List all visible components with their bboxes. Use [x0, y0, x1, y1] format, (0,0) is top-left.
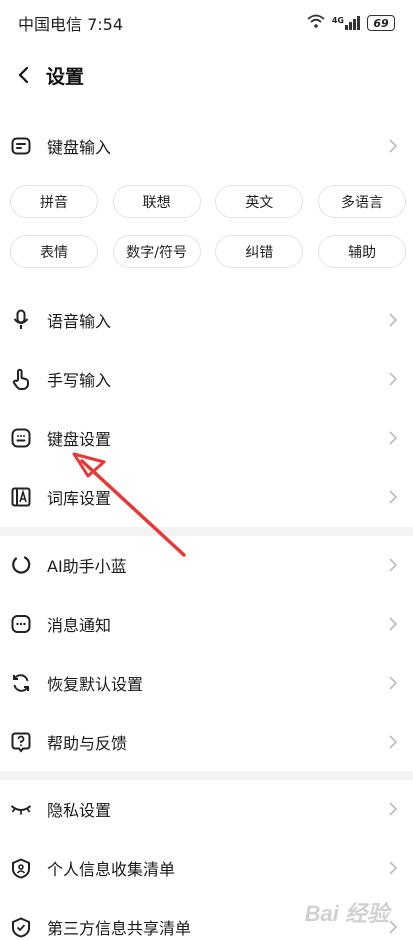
chevron-right-icon — [387, 372, 399, 386]
menu-item-label: 恢复默认设置 — [47, 675, 144, 694]
menu-item-label: 消息通知 — [47, 616, 112, 635]
chip-row-2: 表情 数字/符号 纠错 辅助 — [10, 235, 406, 268]
section-divider — [0, 771, 413, 780]
status-right: 4G 69 — [306, 13, 395, 33]
menu-item-voice-input[interactable]: 语音输入 — [0, 291, 413, 349]
menu-item-label: 隐私设置 — [47, 801, 112, 820]
network-type: 4G — [331, 16, 344, 25]
chevron-right-icon — [387, 735, 399, 749]
ai-assistant-icon — [10, 554, 32, 576]
chip-row-1: 拼音 联想 英文 多语言 — [10, 185, 406, 218]
menu-item-label: 键盘设置 — [47, 430, 112, 449]
chevron-left-icon — [18, 66, 29, 84]
menu-item-handwriting-input[interactable]: 手写输入 — [0, 350, 413, 408]
watermark: Bai 经验 — [304, 901, 389, 926]
keyboard-icon — [10, 427, 32, 449]
chip-assist[interactable]: 辅助 — [317, 235, 406, 268]
menu-item-label: 手写输入 — [47, 371, 112, 390]
menu-item-message-notification[interactable]: 消息通知 — [0, 595, 413, 653]
clock: 7:54 — [87, 15, 124, 34]
menu-item-label: 个人信息收集清单 — [47, 860, 176, 879]
menu-item-ai-assistant[interactable]: AI助手小蓝 — [0, 536, 413, 594]
signal-icon: 4G — [332, 16, 361, 30]
menu-item-label: 词库设置 — [47, 489, 112, 508]
menu-item-dictionary-settings[interactable]: 词库设置 — [0, 468, 413, 526]
message-icon — [10, 613, 32, 635]
chevron-right-icon — [387, 802, 399, 816]
chevron-right-icon — [387, 676, 399, 690]
page-header: 设置 — [0, 52, 413, 98]
menu-item-label: 语音输入 — [47, 312, 112, 331]
wifi-icon — [306, 13, 326, 33]
menu-item-keyboard-input[interactable]: 键盘输入 — [0, 117, 413, 175]
chip-pinyin[interactable]: 拼音 — [10, 185, 98, 218]
chip-association[interactable]: 联想 — [112, 185, 201, 218]
chip-numbers-symbols[interactable]: 数字/符号 — [112, 235, 201, 268]
dictionary-icon — [10, 486, 32, 508]
chevron-right-icon — [387, 431, 399, 445]
battery-indicator: 69 — [367, 15, 395, 31]
menu-item-label: 键盘输入 — [47, 138, 112, 157]
chevron-right-icon — [387, 558, 399, 572]
help-icon — [10, 731, 32, 753]
chevron-right-icon — [387, 861, 399, 875]
page-title: 设置 — [46, 65, 85, 88]
menu-item-label: AI助手小蓝 — [47, 557, 127, 576]
back-button[interactable] — [12, 64, 34, 86]
microphone-icon — [10, 309, 32, 331]
personal-info-icon — [10, 857, 32, 879]
chip-multilanguage[interactable]: 多语言 — [317, 185, 406, 218]
chip-emoji[interactable]: 表情 — [10, 235, 98, 268]
chevron-right-icon — [387, 617, 399, 631]
menu-item-restore-defaults[interactable]: 恢复默认设置 — [0, 654, 413, 712]
status-left: 中国电信 7:54 — [18, 11, 123, 35]
menu-item-label: 帮助与反馈 — [47, 734, 128, 753]
chip-english[interactable]: 英文 — [215, 185, 304, 218]
shield-check-icon — [10, 916, 32, 938]
chip-correction[interactable]: 纠错 — [215, 235, 304, 268]
menu-item-privacy-settings[interactable]: 隐私设置 — [0, 780, 413, 838]
section-divider — [0, 527, 413, 536]
restore-icon — [10, 672, 32, 694]
menu-item-help-feedback[interactable]: 帮助与反馈 — [0, 713, 413, 771]
keyboard-input-icon — [10, 135, 32, 157]
status-bar: 中国电信 7:54 4G 69 — [0, 0, 413, 46]
chevron-right-icon — [387, 490, 399, 504]
carrier-name: 中国电信 — [18, 15, 83, 34]
eye-closed-icon — [10, 798, 32, 820]
chevron-right-icon — [387, 139, 399, 153]
menu-item-personal-info-list[interactable]: 个人信息收集清单 — [0, 839, 413, 897]
hand-pointer-icon — [10, 368, 32, 390]
chevron-right-icon — [387, 313, 399, 327]
menu-item-keyboard-settings[interactable]: 键盘设置 — [0, 409, 413, 467]
